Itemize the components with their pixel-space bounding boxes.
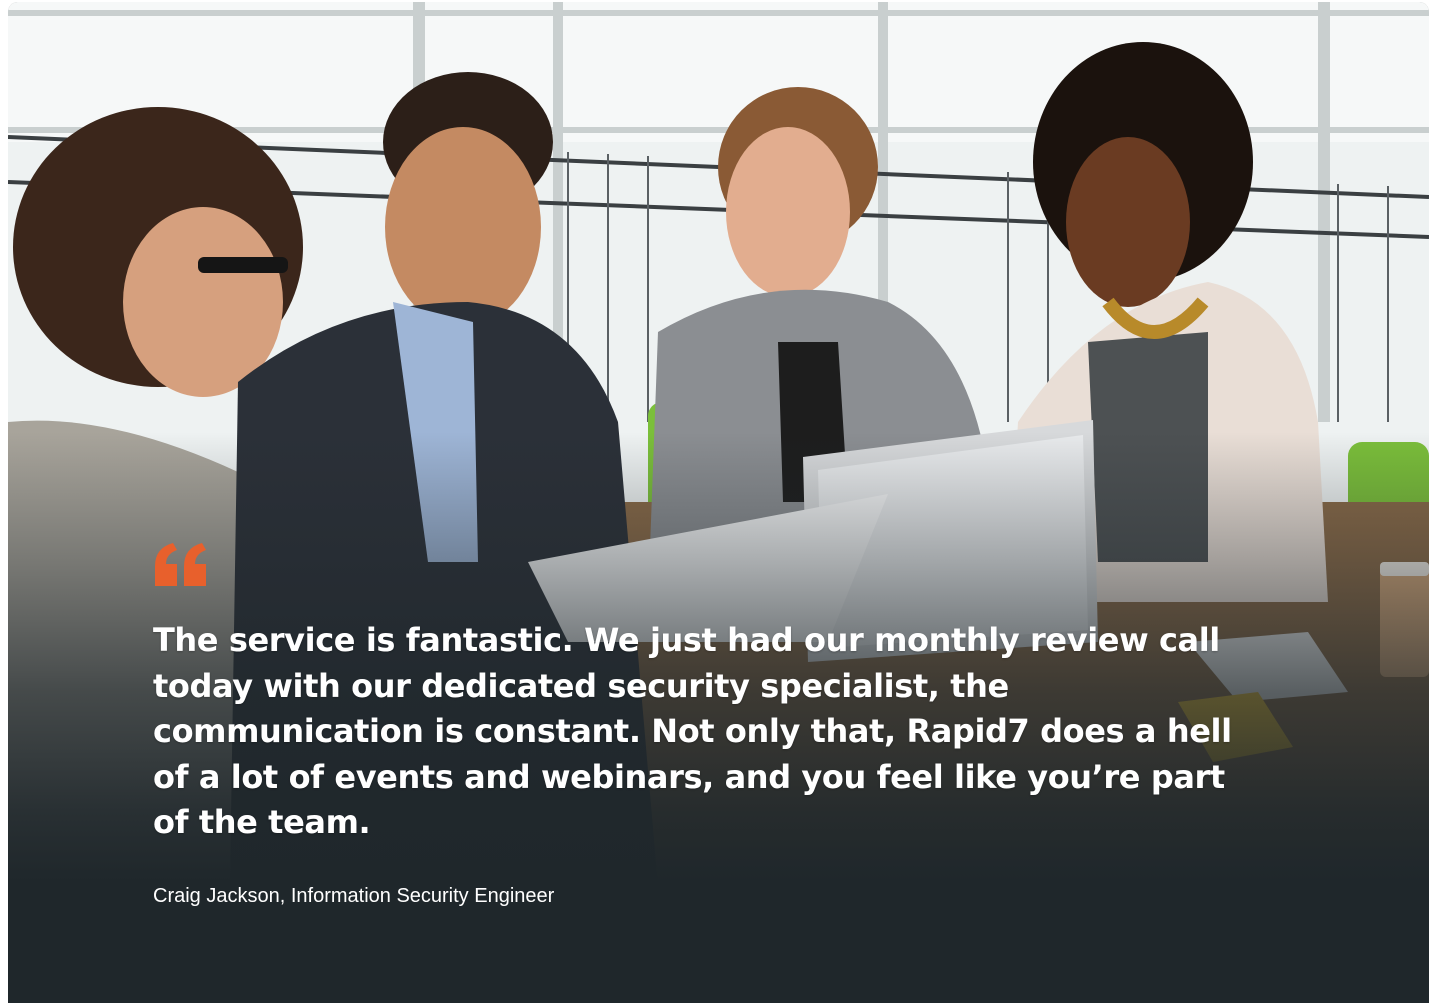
quote-open-icon bbox=[155, 543, 206, 586]
testimonial-card: The service is fantastic. We just had ou… bbox=[8, 2, 1429, 1003]
testimonial-attribution: Craig Jackson, Information Security Engi… bbox=[153, 885, 555, 907]
dark-gradient-overlay bbox=[8, 2, 1429, 1003]
testimonial-quote: The service is fantastic. We just had ou… bbox=[153, 621, 1232, 842]
